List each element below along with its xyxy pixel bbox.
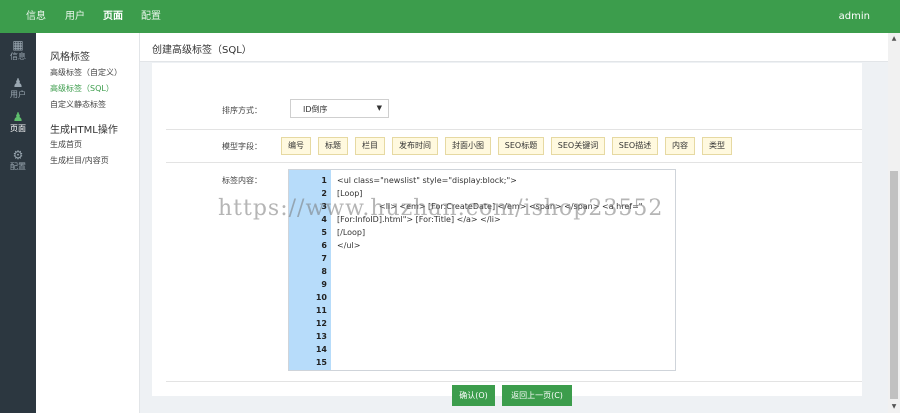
field-button-type[interactable]: 类型 bbox=[702, 137, 732, 155]
sidebar: 风格标签 高级标签（自定义） 高级标签（SQL） 自定义静态标签 生成HTML操… bbox=[36, 33, 140, 413]
top-nav-info[interactable]: 信息 bbox=[26, 0, 46, 33]
line-number: 1 bbox=[321, 176, 327, 185]
back-button[interactable]: 返回上一页(C) bbox=[502, 385, 572, 406]
field-button-column[interactable]: 栏目 bbox=[355, 137, 385, 155]
sidebar-item-generate-home[interactable]: 生成首页 bbox=[50, 139, 82, 150]
line-number: 10 bbox=[315, 293, 327, 302]
line-number: 9 bbox=[321, 280, 327, 289]
user-menu[interactable]: admin bbox=[839, 0, 870, 33]
line-number: 6 bbox=[321, 241, 327, 250]
sidebar-group-title: 风格标签 bbox=[50, 52, 90, 63]
info-icon: ▦ bbox=[12, 38, 24, 52]
iconbar-label: 页面 bbox=[10, 124, 26, 133]
field-button-title[interactable]: 标题 bbox=[318, 137, 348, 155]
line-number: 7 bbox=[321, 254, 327, 263]
content-label: 标签内容： bbox=[222, 176, 262, 185]
form-panel: 排序方式： ID倒序 ▼ 模型字段： 编号 标题 栏目 发布时间 封面小图 SE… bbox=[152, 63, 862, 396]
sidebar-group-title: 生成HTML操作 bbox=[50, 125, 118, 136]
line-number: 5 bbox=[321, 228, 327, 237]
top-bar: 信息 用户 页面 配置 admin bbox=[0, 0, 900, 33]
field-button-content[interactable]: 内容 bbox=[665, 137, 695, 155]
code-line: </ul> bbox=[337, 241, 361, 250]
sidebar-item-static-tag[interactable]: 自定义静态标签 bbox=[50, 99, 106, 110]
field-button-seo-description[interactable]: SEO描述 bbox=[612, 137, 658, 155]
scroll-up-icon[interactable]: ▲ bbox=[888, 33, 900, 45]
divider bbox=[166, 129, 862, 130]
field-button-seo-keywords[interactable]: SEO关键词 bbox=[551, 137, 605, 155]
iconbar-item-pages[interactable]: ♟ 页面 bbox=[0, 105, 36, 141]
iconbar-item-config[interactable]: ⚙ 配置 bbox=[0, 143, 36, 179]
sidebar-item-advanced-sql[interactable]: 高级标签（SQL） bbox=[50, 83, 114, 94]
line-number: 8 bbox=[321, 267, 327, 276]
watermark-text: https://www.huzhan.com/ishop23552 bbox=[218, 196, 664, 221]
field-button-id[interactable]: 编号 bbox=[281, 137, 311, 155]
top-nav-pages[interactable]: 页面 bbox=[103, 0, 123, 33]
sidebar-item-generate-pages[interactable]: 生成栏目/内容页 bbox=[50, 155, 109, 166]
top-nav-config[interactable]: 配置 bbox=[141, 0, 161, 33]
code-line: [/Loop] bbox=[337, 228, 366, 237]
iconbar-item-users[interactable]: ♟ 用户 bbox=[0, 71, 36, 107]
scroll-down-icon[interactable]: ▼ bbox=[888, 401, 900, 413]
field-button-publish-time[interactable]: 发布时间 bbox=[392, 137, 438, 155]
page-header: 创建高级标签（SQL） bbox=[140, 33, 888, 62]
gear-icon: ⚙ bbox=[12, 148, 24, 162]
line-number: 12 bbox=[315, 319, 327, 328]
line-number: 13 bbox=[315, 332, 327, 341]
page-title: 创建高级标签（SQL） bbox=[152, 45, 252, 56]
page-icon: ♟ bbox=[12, 110, 24, 124]
field-button-seo-title[interactable]: SEO标题 bbox=[498, 137, 544, 155]
sort-label: 排序方式： bbox=[222, 106, 262, 115]
line-number: 15 bbox=[315, 358, 327, 367]
user-icon: ♟ bbox=[12, 76, 24, 90]
page-scrollbar[interactable]: ▲ ▼ bbox=[888, 33, 900, 413]
iconbar-item-info[interactable]: ▦ 信息 bbox=[0, 33, 36, 69]
scrollbar-thumb[interactable] bbox=[890, 171, 898, 399]
iconbar-label: 信息 bbox=[10, 52, 26, 61]
code-line: <ul class="newslist" style="display:bloc… bbox=[337, 176, 517, 185]
iconbar-label: 用户 bbox=[10, 90, 26, 99]
iconbar-label: 配置 bbox=[10, 162, 26, 171]
form-footer: 确认(O) 返回上一页(C) bbox=[140, 380, 888, 413]
chevron-down-icon: ▼ bbox=[376, 104, 382, 112]
line-number: 11 bbox=[315, 306, 327, 315]
main-content: 创建高级标签（SQL） 排序方式： ID倒序 ▼ 模型字段： 编号 标题 栏目 … bbox=[140, 33, 888, 413]
fields-label: 模型字段： bbox=[222, 142, 262, 151]
field-button-cover-thumb[interactable]: 封面小图 bbox=[445, 137, 491, 155]
line-number: 14 bbox=[315, 345, 327, 354]
top-nav-users[interactable]: 用户 bbox=[65, 0, 85, 33]
icon-bar: ▦ 信息 ♟ 用户 ♟ 页面 ⚙ 配置 bbox=[0, 33, 36, 413]
sort-select-value: ID倒序 bbox=[303, 105, 328, 114]
sort-select[interactable]: ID倒序 ▼ bbox=[290, 99, 389, 118]
sidebar-item-advanced-custom[interactable]: 高级标签（自定义） bbox=[50, 67, 122, 78]
confirm-button[interactable]: 确认(O) bbox=[452, 385, 495, 406]
divider bbox=[166, 162, 862, 163]
